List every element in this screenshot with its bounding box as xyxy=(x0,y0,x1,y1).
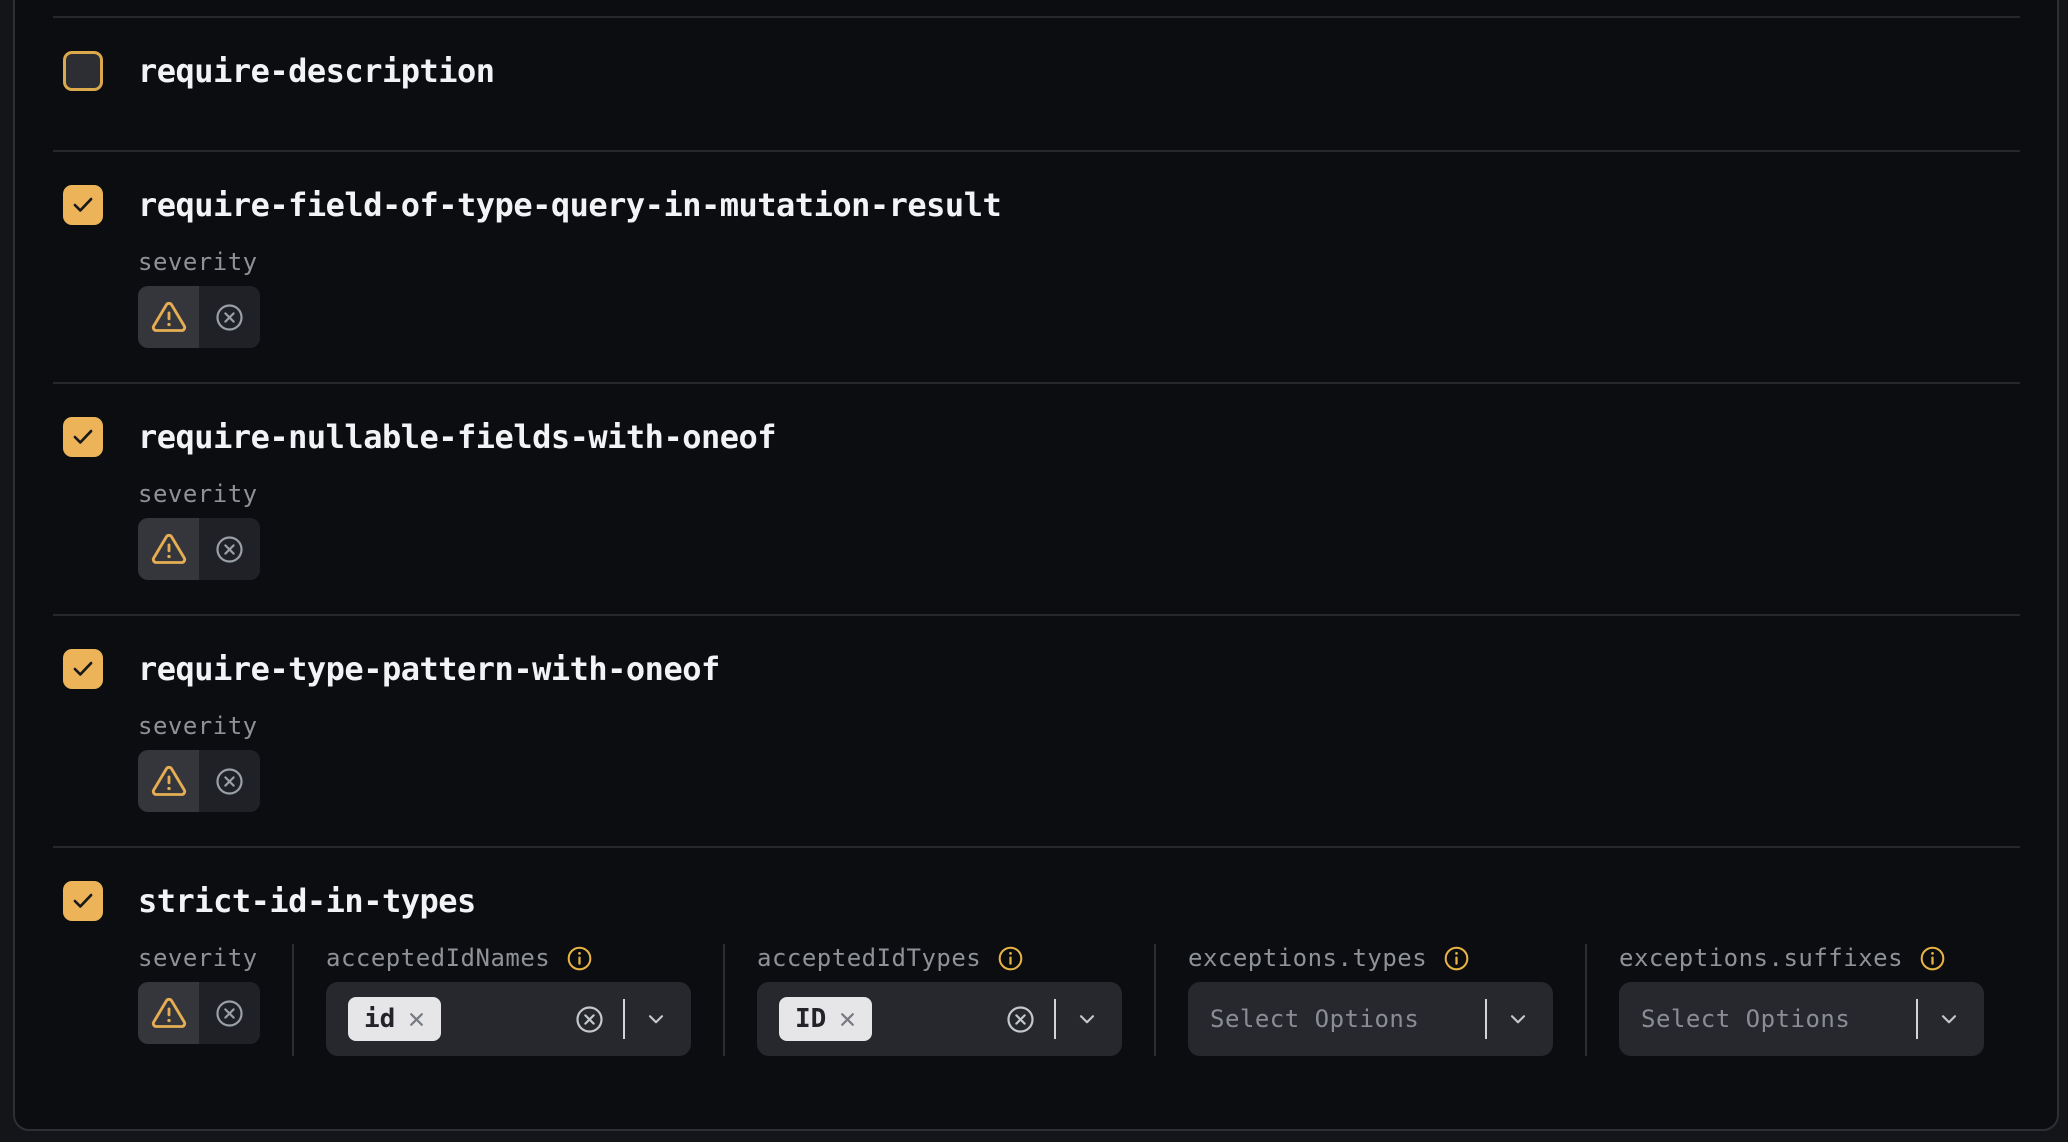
warning-triangle-icon xyxy=(151,299,187,335)
severity-toggle xyxy=(138,518,260,580)
exceptions-types-select[interactable]: Select Options xyxy=(1188,982,1553,1056)
rule-title: strict-id-in-types xyxy=(138,882,476,920)
info-icon[interactable] xyxy=(1919,945,1946,972)
rule-checkbox[interactable] xyxy=(63,649,103,689)
selected-tag: ID xyxy=(779,997,872,1041)
field-label: exceptions.suffixes xyxy=(1619,944,1903,972)
option-column-severity: severity xyxy=(138,944,260,1056)
column-divider xyxy=(292,944,294,1056)
rule-row-require-field-of-type-query-in-mutation-result: require-field-of-type-query-in-mutation-… xyxy=(15,152,2057,382)
select-separator xyxy=(623,999,625,1039)
column-divider xyxy=(1154,944,1156,1056)
select-separator xyxy=(1054,999,1056,1039)
warning-triangle-icon xyxy=(151,531,187,567)
severity-label: severity xyxy=(138,248,2021,276)
exceptions-suffixes-select[interactable]: Select Options xyxy=(1619,982,1984,1056)
severity-toggle xyxy=(138,286,260,348)
warning-triangle-icon xyxy=(151,763,187,799)
option-column-exceptions-suffixes: exceptions.suffixes Select Options xyxy=(1619,944,1984,1056)
severity-toggle xyxy=(138,982,260,1044)
rule-row-require-nullable-fields-with-oneof: require-nullable-fields-with-oneof sever… xyxy=(15,384,2057,614)
column-divider xyxy=(1585,944,1587,1056)
check-icon xyxy=(70,192,96,218)
rule-row-require-type-pattern-with-oneof: require-type-pattern-with-oneof severity xyxy=(15,616,2057,846)
severity-label: severity xyxy=(138,712,2021,740)
info-icon[interactable] xyxy=(566,945,593,972)
severity-toggle xyxy=(138,750,260,812)
field-label: acceptedIdTypes xyxy=(757,944,981,972)
rule-title: require-type-pattern-with-oneof xyxy=(138,650,720,688)
check-icon xyxy=(70,424,96,450)
x-circle-icon xyxy=(214,302,245,333)
column-divider xyxy=(723,944,725,1056)
check-icon xyxy=(70,888,96,914)
x-circle-icon xyxy=(214,766,245,797)
tag-label: id xyxy=(364,1004,395,1034)
tag-label: ID xyxy=(795,1004,826,1034)
lint-rules-panel: require-description require-field-of-typ… xyxy=(13,0,2059,1131)
option-column-acceptedIdTypes: acceptedIdTypes ID xyxy=(757,944,1122,1056)
severity-warn-button[interactable] xyxy=(138,286,199,348)
chevron-down-icon[interactable] xyxy=(1074,1006,1100,1032)
select-separator xyxy=(1916,999,1918,1039)
acceptedIdNames-select[interactable]: id xyxy=(326,982,691,1056)
rule-title: require-nullable-fields-with-oneof xyxy=(138,418,776,456)
rule-checkbox[interactable] xyxy=(63,51,103,91)
rule-checkbox[interactable] xyxy=(63,185,103,225)
select-separator xyxy=(1485,999,1487,1039)
rule-checkbox[interactable] xyxy=(63,417,103,457)
severity-label: severity xyxy=(138,480,2021,508)
field-label: exceptions.types xyxy=(1188,944,1427,972)
option-column-acceptedIdNames: acceptedIdNames id xyxy=(326,944,691,1056)
x-circle-icon xyxy=(214,998,245,1029)
chevron-down-icon[interactable] xyxy=(1936,1006,1962,1032)
rule-row-require-description: require-description xyxy=(15,18,2057,150)
warning-triangle-icon xyxy=(151,995,187,1031)
info-icon[interactable] xyxy=(997,945,1024,972)
severity-off-button[interactable] xyxy=(199,286,260,348)
severity-warn-button[interactable] xyxy=(138,750,199,812)
check-icon xyxy=(70,656,96,682)
x-circle-icon xyxy=(214,534,245,565)
rule-checkbox[interactable] xyxy=(63,881,103,921)
select-placeholder: Select Options xyxy=(1641,1005,1850,1033)
rule-row-strict-id-in-types: strict-id-in-types severity acceptedIdNa… xyxy=(15,848,2057,1128)
clear-selection-icon[interactable] xyxy=(1005,1004,1036,1035)
info-icon[interactable] xyxy=(1443,945,1470,972)
select-placeholder: Select Options xyxy=(1210,1005,1419,1033)
rule-title: require-field-of-type-query-in-mutation-… xyxy=(138,186,1001,224)
acceptedIdTypes-select[interactable]: ID xyxy=(757,982,1122,1056)
chevron-down-icon[interactable] xyxy=(643,1006,669,1032)
severity-label: severity xyxy=(138,944,260,972)
option-column-exceptions-types: exceptions.types Select Options xyxy=(1188,944,1553,1056)
tag-remove-icon[interactable] xyxy=(406,1009,427,1030)
clear-selection-icon[interactable] xyxy=(574,1004,605,1035)
severity-off-button[interactable] xyxy=(199,982,260,1044)
severity-warn-button[interactable] xyxy=(138,518,199,580)
field-label: acceptedIdNames xyxy=(326,944,550,972)
rule-title: require-description xyxy=(138,52,495,90)
severity-warn-button[interactable] xyxy=(138,982,199,1044)
severity-off-button[interactable] xyxy=(199,750,260,812)
selected-tag: id xyxy=(348,997,441,1041)
severity-off-button[interactable] xyxy=(199,518,260,580)
chevron-down-icon[interactable] xyxy=(1505,1006,1531,1032)
tag-remove-icon[interactable] xyxy=(837,1009,858,1030)
